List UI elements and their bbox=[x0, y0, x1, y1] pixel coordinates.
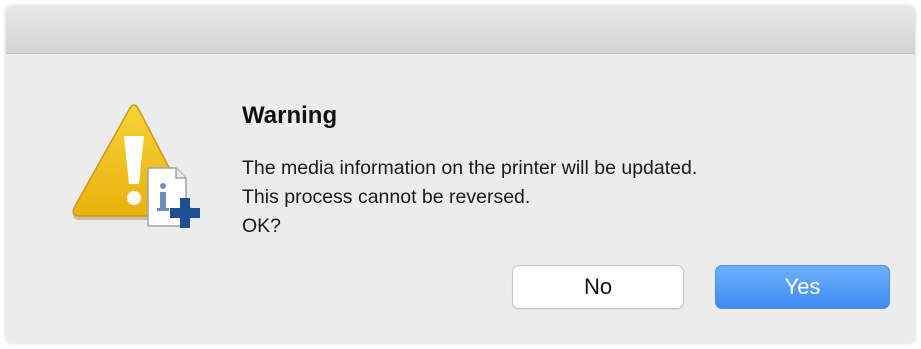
no-button[interactable]: No bbox=[512, 265, 684, 309]
yes-button[interactable]: Yes bbox=[715, 265, 890, 309]
dialog-message: The media information on the printer wil… bbox=[242, 154, 697, 241]
dialog-titlebar[interactable] bbox=[6, 6, 915, 54]
message-line: The media information on the printer wil… bbox=[242, 157, 698, 179]
warning-dialog: Warning The media information on the pri… bbox=[6, 6, 915, 343]
message-line: This process cannot be reversed. bbox=[242, 186, 531, 208]
dialog-body: Warning The media information on the pri… bbox=[6, 54, 915, 343]
warning-icon bbox=[62, 102, 202, 232]
message-line: OK? bbox=[242, 215, 282, 237]
dialog-title: Warning bbox=[242, 102, 338, 129]
